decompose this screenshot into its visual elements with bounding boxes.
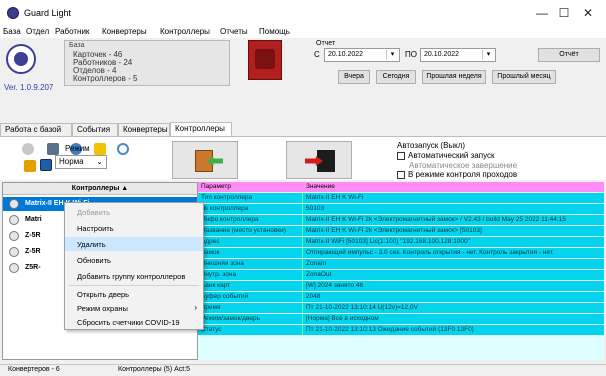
last-week-button[interactable]: Прошлая неделя	[422, 70, 486, 84]
calendar-dropdown-icon[interactable]: ▾	[386, 50, 398, 60]
from-date-value: 20.10.2022	[328, 51, 364, 58]
grid-row[interactable]: № контроллера 50103	[198, 204, 604, 214]
main-tabs: Работа с базой События Конвертеры Контро…	[0, 122, 606, 136]
menu-bar: База Отдел Работник Конвертеры Контролле…	[0, 26, 606, 38]
search-icon[interactable]	[117, 143, 129, 155]
report-group-label: Отчет	[316, 40, 336, 47]
context-open-door[interactable]: Открыть дверь	[65, 287, 203, 301]
status-converters: Конвертеров - 6	[8, 366, 60, 373]
grid-row[interactable]: Внутр. зона ZonaOut	[198, 270, 604, 280]
controller-status-icon	[9, 247, 19, 257]
grid-row[interactable]: Инфо контроллера Matrix-II EH K Wi-Fi 2k …	[198, 215, 604, 225]
grid-row[interactable]: Адрес Matrix-II WiFi [50103] Lic(1:100) "…	[198, 237, 604, 247]
menu-baza[interactable]: База	[3, 27, 21, 36]
context-reset-covid[interactable]: Сбросить счетчики COVID-19	[65, 315, 203, 329]
from-label: С	[314, 50, 320, 59]
stat-controllers: Контроллеров - 5	[73, 74, 138, 83]
maximize-button[interactable]: ☐	[554, 5, 574, 21]
autostart-title: Автозапуск (Выкл)	[397, 141, 466, 150]
status-bar: Конвертеров - 6 Контроллеры (5) Act:5	[0, 364, 606, 376]
pass-control-checkbox[interactable]: В режиме контроля проходов	[397, 170, 517, 179]
stats-title: База	[69, 42, 85, 49]
import-button[interactable]	[172, 141, 238, 179]
context-add: Добавить	[77, 208, 111, 217]
controller-status-icon	[9, 263, 19, 273]
grid-row[interactable]: Тип контроллера Matrix-II EH K Wi-Fi	[198, 193, 604, 203]
grid-row[interactable]: Название (место установки) Matrix-II EH K…	[198, 226, 604, 236]
submenu-arrow-icon: ›	[194, 303, 197, 312]
mode-label: Режим	[65, 144, 90, 153]
grid-row[interactable]: Статус Пт 21-10-2022 13:10:13 Ожидание со…	[198, 325, 604, 335]
header-panel: Ver. 1.0.9.207 База Карточек - 46 Работн…	[0, 38, 606, 120]
context-separator	[69, 285, 199, 286]
last-month-button[interactable]: Прошлый месяц	[492, 70, 556, 84]
context-delete[interactable]: Удалить	[65, 237, 203, 251]
tab-events[interactable]: События	[72, 123, 118, 136]
value-column-header: Значение	[306, 183, 335, 190]
grid-row[interactable]: Внешняя зона ZonaIn	[198, 259, 604, 269]
grid-row[interactable]: Банк карт [W] 2024 занято 46	[198, 281, 604, 291]
to-date-value: 20.10.2022	[424, 51, 460, 58]
context-refresh[interactable]: Обновить	[65, 253, 203, 267]
grid-row[interactable]: Замок Отпирающий импульс - 3.0 сек. Контр…	[198, 248, 604, 258]
chevron-down-icon: ⌄	[96, 157, 103, 166]
context-configure[interactable]: Настроить	[65, 221, 203, 235]
to-label: ПО	[405, 50, 417, 59]
controllers-column-header[interactable]: Контроллеры ▲	[3, 183, 197, 195]
key-icon[interactable]	[94, 143, 106, 155]
controller-details-grid: Параметр Значение Тип контроллера Matrix-…	[198, 182, 604, 360]
minimize-button[interactable]: —	[532, 5, 552, 21]
menu-otchety[interactable]: Отчеты	[220, 27, 248, 36]
menu-pomosch[interactable]: Помощь	[259, 27, 290, 36]
grid-row[interactable]: Время Пт 21-10-2022 13:10:14 U(12v)=12,0V	[198, 303, 604, 313]
today-button[interactable]: Сегодня	[376, 70, 416, 84]
tab-database[interactable]: Работа с базой	[0, 123, 72, 136]
autofinish-option: Автоматическое завершение	[409, 161, 518, 170]
version-label: Ver. 1.0.9.207	[4, 83, 54, 92]
app-logo-icon	[7, 7, 19, 19]
wrench-icon[interactable]	[47, 143, 59, 155]
export-button[interactable]	[286, 141, 352, 179]
tab-controllers[interactable]: Контроллеры	[170, 122, 232, 136]
menu-otdel[interactable]: Отдел	[26, 27, 49, 36]
controllers-toolbar: Режим Норма ⌄ Автозапуск (Выкл) Автомати…	[0, 136, 606, 180]
controller-status-icon	[9, 231, 19, 241]
to-date-picker[interactable]: 20.10.2022 ▾	[420, 48, 496, 62]
trash-icon[interactable]	[24, 160, 36, 172]
autostart-checkbox[interactable]: Автоматический запуск	[397, 151, 494, 160]
grid-header: Параметр Значение	[198, 182, 604, 192]
context-menu: Добавить Настроить Удалить Обновить Доба…	[64, 202, 204, 330]
context-add-group[interactable]: Добавить группу контроллеров	[65, 269, 203, 283]
mode-select-value: Норма	[59, 157, 84, 166]
calendar-dropdown-icon[interactable]: ▾	[482, 50, 494, 60]
controller-status-icon	[9, 199, 19, 209]
title-bar: Guard Light — ☐ ✕	[0, 0, 606, 26]
status-controllers: Контроллеры (5) Act:5	[118, 366, 191, 373]
controller-status-icon[interactable]	[22, 143, 34, 155]
context-security-mode[interactable]: Режим охраны ›	[65, 301, 203, 315]
close-button[interactable]: ✕	[578, 5, 598, 21]
window-title: Guard Light	[24, 8, 72, 18]
grid-row[interactable]: Буфер событий 2048	[198, 292, 604, 302]
grid-row[interactable]: Режим/замок/дверь [Норма] Всё в исходном	[198, 314, 604, 324]
menu-kontrollery[interactable]: Контроллеры	[160, 27, 210, 36]
database-stats-box: База Карточек - 46 Работников - 24 Отдел…	[64, 40, 230, 86]
report-button[interactable]: Отчёт	[538, 48, 600, 62]
shield-icon[interactable]	[40, 159, 52, 171]
guard-light-logo	[6, 44, 36, 74]
param-column-header: Параметр	[201, 183, 231, 190]
alarm-icon[interactable]	[248, 40, 282, 80]
tab-converters[interactable]: Конвертеры	[118, 123, 170, 136]
from-date-picker[interactable]: 20.10.2022 ▾	[324, 48, 400, 62]
menu-konvertery[interactable]: Конвертеры	[102, 27, 147, 36]
controller-status-icon	[9, 215, 19, 225]
menu-rabotnik[interactable]: Работник	[55, 27, 89, 36]
yesterday-button[interactable]: Вчера	[338, 70, 370, 84]
mode-select[interactable]: Норма ⌄	[55, 155, 107, 169]
